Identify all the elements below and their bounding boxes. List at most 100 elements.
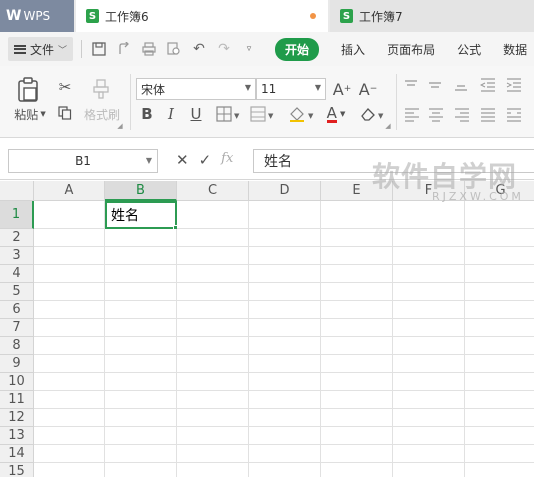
cell-b9[interactable]: [105, 355, 177, 373]
cell-f8[interactable]: [393, 337, 465, 355]
cell-g3[interactable]: [465, 247, 534, 265]
cell-e5[interactable]: [321, 283, 393, 301]
spreadsheet-grid[interactable]: ABCDEFG 1 2 3 4 5 6 7 8 9 10 11 12 13 14 15 姓名: [0, 181, 534, 477]
grow-font-button[interactable]: A +: [332, 78, 352, 100]
cell-f10[interactable]: [393, 373, 465, 391]
clear-format-icon[interactable]: ▼: [358, 105, 388, 123]
cell-a8[interactable]: [34, 337, 105, 355]
cell-d12[interactable]: [249, 409, 321, 427]
cell-c11[interactable]: [177, 391, 249, 409]
tab-formulas[interactable]: 公式: [457, 41, 481, 58]
cell-f14[interactable]: [393, 445, 465, 463]
cell-d10[interactable]: [249, 373, 321, 391]
cell-g6[interactable]: [465, 301, 534, 319]
row-header-4[interactable]: 4: [0, 265, 34, 283]
cell-d3[interactable]: [249, 247, 321, 265]
cell-c12[interactable]: [177, 409, 249, 427]
cell-g1[interactable]: [465, 201, 534, 229]
shrink-font-button[interactable]: A −: [358, 78, 378, 100]
save-icon[interactable]: [91, 41, 107, 57]
cell-f12[interactable]: [393, 409, 465, 427]
cell-d9[interactable]: [249, 355, 321, 373]
underline-button[interactable]: U: [187, 104, 205, 124]
tab-workbook-7[interactable]: S 工作簿7: [330, 0, 534, 32]
confirm-icon[interactable]: ✓: [199, 151, 212, 169]
cell-e14[interactable]: [321, 445, 393, 463]
cell-a7[interactable]: [34, 319, 105, 337]
cell-e1[interactable]: [321, 201, 393, 229]
cell-a1[interactable]: [34, 201, 105, 229]
row-header-12[interactable]: 12: [0, 409, 34, 427]
cell-e8[interactable]: [321, 337, 393, 355]
fill-pattern-icon[interactable]: ▼: [248, 105, 278, 123]
cell-d14[interactable]: [249, 445, 321, 463]
cell-g4[interactable]: [465, 265, 534, 283]
column-header-a[interactable]: A: [34, 181, 105, 201]
cell-b10[interactable]: [105, 373, 177, 391]
font-size-select[interactable]: 11 ▼: [256, 78, 326, 100]
cell-g13[interactable]: [465, 427, 534, 445]
cell-c14[interactable]: [177, 445, 249, 463]
cell-g11[interactable]: [465, 391, 534, 409]
row-header-15[interactable]: 15: [0, 463, 34, 477]
align-left-icon[interactable]: [404, 108, 420, 122]
row-header-14[interactable]: 14: [0, 445, 34, 463]
cell-a12[interactable]: [34, 409, 105, 427]
cell-e12[interactable]: [321, 409, 393, 427]
cell-a5[interactable]: [34, 283, 105, 301]
row-header-2[interactable]: 2: [0, 229, 34, 247]
cell-e6[interactable]: [321, 301, 393, 319]
cell-f2[interactable]: [393, 229, 465, 247]
align-bottom-icon[interactable]: [454, 80, 468, 92]
bold-button[interactable]: B: [138, 104, 156, 124]
row-header-8[interactable]: 8: [0, 337, 34, 355]
cell-g10[interactable]: [465, 373, 534, 391]
format-painter-icon[interactable]: [90, 78, 112, 100]
cell-c6[interactable]: [177, 301, 249, 319]
format-painter-label[interactable]: 格式刷: [82, 106, 122, 122]
file-menu-button[interactable]: 文件 ﹀: [8, 37, 74, 61]
align-center-icon[interactable]: [428, 108, 444, 122]
cell-f15[interactable]: [393, 463, 465, 477]
row-header-3[interactable]: 3: [0, 247, 34, 265]
cell-g14[interactable]: [465, 445, 534, 463]
cell-e7[interactable]: [321, 319, 393, 337]
cell-e13[interactable]: [321, 427, 393, 445]
cell-b2[interactable]: [105, 229, 177, 247]
cell-b5[interactable]: [105, 283, 177, 301]
cell-b7[interactable]: [105, 319, 177, 337]
cell-e9[interactable]: [321, 355, 393, 373]
cell-b13[interactable]: [105, 427, 177, 445]
cell-g7[interactable]: [465, 319, 534, 337]
paste-button[interactable]: [12, 76, 44, 104]
customize-toolbar-icon[interactable]: ▿: [241, 41, 257, 57]
increase-indent-icon[interactable]: [506, 78, 522, 92]
cell-f4[interactable]: [393, 265, 465, 283]
tab-insert[interactable]: 插入: [341, 41, 365, 58]
tab-data[interactable]: 数据: [503, 41, 527, 58]
paste-label[interactable]: 粘贴 ▼: [10, 106, 50, 122]
cell-g15[interactable]: [465, 463, 534, 477]
cell-a9[interactable]: [34, 355, 105, 373]
cell-b14[interactable]: [105, 445, 177, 463]
column-header-c[interactable]: C: [177, 181, 249, 201]
cell-c15[interactable]: [177, 463, 249, 477]
formula-input[interactable]: 姓名: [253, 149, 534, 173]
cell-c3[interactable]: [177, 247, 249, 265]
cell-b3[interactable]: [105, 247, 177, 265]
cell-f11[interactable]: [393, 391, 465, 409]
cell-d4[interactable]: [249, 265, 321, 283]
wps-home-tab[interactable]: W WPS: [0, 0, 74, 32]
print-icon[interactable]: [141, 41, 157, 57]
column-header-e[interactable]: E: [321, 181, 393, 201]
cell-f5[interactable]: [393, 283, 465, 301]
cell-a11[interactable]: [34, 391, 105, 409]
decrease-indent-icon[interactable]: [480, 78, 496, 92]
row-header-1[interactable]: 1: [0, 201, 34, 229]
print-preview-icon[interactable]: [166, 41, 182, 57]
justify-icon[interactable]: [480, 108, 496, 122]
cell-c8[interactable]: [177, 337, 249, 355]
cell-c10[interactable]: [177, 373, 249, 391]
cell-d6[interactable]: [249, 301, 321, 319]
tab-workbook-6[interactable]: S 工作簿6: [76, 0, 328, 32]
